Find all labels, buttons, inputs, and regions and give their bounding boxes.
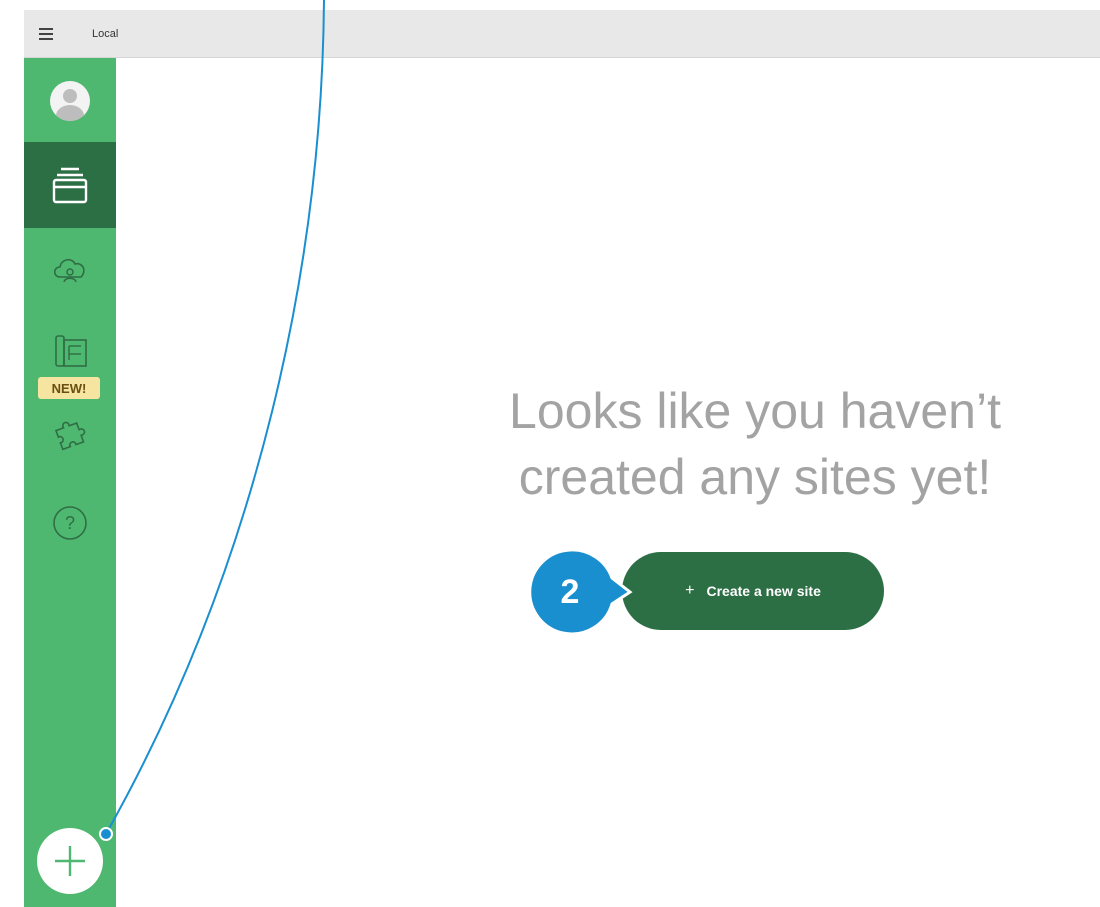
plus-icon bbox=[55, 846, 85, 876]
help-icon-label: ? bbox=[65, 513, 75, 533]
help-circle-icon: ? bbox=[53, 506, 87, 540]
sidebar-item-blueprints[interactable] bbox=[24, 324, 116, 378]
empty-state-line-1: Looks like you haven’t bbox=[509, 383, 1001, 439]
step-callout: 2 bbox=[526, 548, 634, 636]
hamburger-menu-button[interactable] bbox=[24, 10, 68, 58]
sites-stack-icon bbox=[52, 167, 88, 204]
sidebar-item-local-sites[interactable] bbox=[24, 142, 116, 228]
blueprint-icon bbox=[55, 335, 87, 367]
empty-state-message: Looks like you haven’t created any sites… bbox=[410, 378, 1100, 510]
hamburger-icon bbox=[39, 27, 53, 40]
title-bar: Local bbox=[24, 10, 1100, 58]
sidebar-item-help[interactable]: ? bbox=[24, 496, 116, 550]
app-window: Local NEW! ? Looks like you haven’t crea… bbox=[0, 0, 1100, 907]
app-title: Local bbox=[92, 27, 119, 40]
create-plus-glyph: + bbox=[685, 582, 695, 599]
user-avatar-icon bbox=[50, 81, 90, 121]
sidebar: NEW! ? bbox=[24, 58, 116, 907]
add-site-button[interactable] bbox=[37, 828, 103, 894]
cloud-connect-icon bbox=[53, 258, 85, 283]
callout-number: 2 bbox=[560, 572, 580, 611]
sidebar-item-add-ons[interactable] bbox=[24, 406, 116, 460]
sidebar-item-avatar[interactable] bbox=[24, 74, 116, 128]
puzzle-icon bbox=[54, 421, 86, 451]
sidebar-item-connect[interactable] bbox=[24, 242, 116, 296]
empty-state-line-2: created any sites yet! bbox=[518, 449, 992, 505]
create-new-site-label: Create a new site bbox=[706, 583, 821, 599]
create-new-site-button[interactable]: + Create a new site bbox=[622, 552, 884, 630]
new-badge: NEW! bbox=[38, 377, 100, 399]
